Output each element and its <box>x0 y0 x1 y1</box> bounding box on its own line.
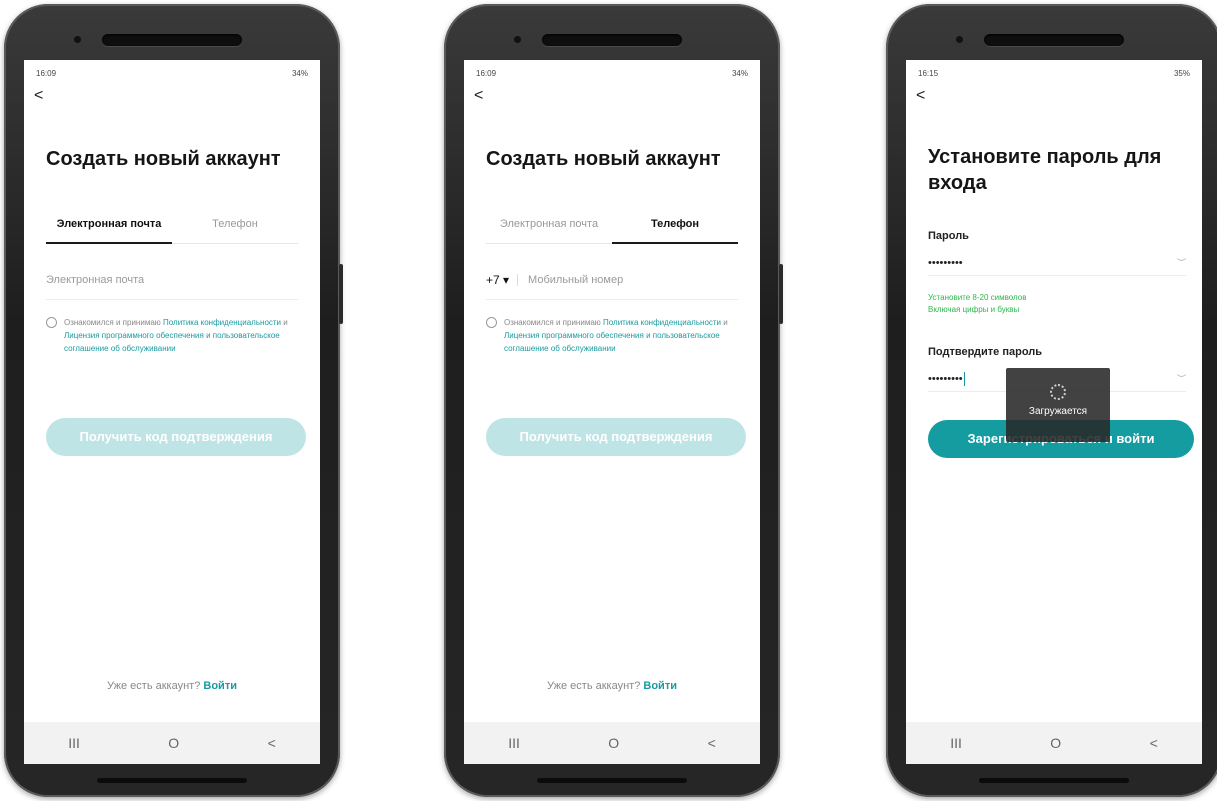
tab-email[interactable]: Электронная почта <box>46 210 172 244</box>
status-time: 16:09 <box>476 68 497 78</box>
consent-plain-1: Ознакомился и принимаю <box>64 318 163 327</box>
recents-icon[interactable]: III <box>508 735 520 751</box>
screen-set-password: 16:15 35% < Установите пароль для входа … <box>906 60 1202 764</box>
tab-bar: Электронная почта Телефон <box>486 210 738 244</box>
confirm-password-wrap: ••••••••• <box>928 371 965 386</box>
page-title: Создать новый аккаунт <box>486 148 721 170</box>
confirm-password-value: ••••••••• <box>928 372 963 385</box>
privacy-policy-link[interactable]: Политика конфиденциальности <box>603 318 721 327</box>
consent-plain-2: и <box>721 318 728 327</box>
consent-radio-icon[interactable] <box>486 317 497 328</box>
login-prompt-text: Уже есть аккаунт? <box>547 680 644 692</box>
password-value: ••••••••• <box>928 256 963 269</box>
side-button <box>339 264 343 324</box>
status-bar: 16:09 34% <box>36 66 308 80</box>
eye-icon[interactable]: ︶ <box>1177 256 1186 269</box>
phone-frame-1: 16:09 34% < Создать новый аккаунт Электр… <box>4 4 343 797</box>
country-code-select[interactable]: +7 ▾ <box>486 273 509 287</box>
hint-line-1: Установите 8-20 символов <box>928 293 1027 302</box>
back-nav-icon[interactable]: < <box>268 735 276 751</box>
recents-icon[interactable]: III <box>68 735 80 751</box>
camera-icon <box>74 36 81 43</box>
home-icon[interactable]: O <box>608 735 619 751</box>
tab-phone[interactable]: Телефон <box>172 210 298 243</box>
confirm-password-label: Подтвердите пароль <box>928 346 1043 358</box>
recents-icon[interactable]: III <box>950 735 962 751</box>
screen-create-account-phone: 16:09 34% < Создать новый аккаунт Электр… <box>464 60 760 764</box>
tab-bar: Электронная почта Телефон <box>46 210 298 244</box>
system-nav-bar: III O < <box>24 722 320 764</box>
speaker-grille <box>984 34 1124 46</box>
password-input[interactable]: ••••••••• ︶ <box>928 250 1186 276</box>
back-chevron-icon[interactable]: < <box>34 88 43 104</box>
camera-icon <box>956 36 963 43</box>
consent-block: Ознакомился и принимаю Политика конфиден… <box>46 316 292 355</box>
email-placeholder: Электронная почта <box>46 273 145 286</box>
page-title: Установите пароль для входа <box>928 146 1162 194</box>
consent-block: Ознакомился и принимаю Политика конфиден… <box>486 316 732 355</box>
status-battery: 34% <box>291 68 308 78</box>
screen-create-account-email: 16:09 34% < Создать новый аккаунт Электр… <box>24 60 320 764</box>
license-agreement-link[interactable]: Лицензия программного обеспечения и поль… <box>504 331 720 353</box>
camera-icon <box>514 36 521 43</box>
get-code-button[interactable]: Получить код подтверждения <box>486 418 746 456</box>
privacy-policy-link[interactable]: Политика конфиденциальности <box>163 318 281 327</box>
login-prompt: Уже есть аккаунт? Войти <box>464 680 760 692</box>
phone-frame-3: 16:15 35% < Установите пароль для входа … <box>886 4 1217 797</box>
status-battery: 35% <box>1173 68 1190 78</box>
consent-text: Ознакомился и принимаю Политика конфиден… <box>64 316 292 355</box>
login-prompt-text: Уже есть аккаунт? <box>107 680 204 692</box>
loading-overlay: Загружается <box>1006 368 1110 442</box>
home-icon[interactable]: O <box>1050 735 1061 751</box>
home-icon[interactable]: O <box>168 735 179 751</box>
back-nav-icon[interactable]: < <box>1150 735 1158 751</box>
eye-icon[interactable]: ︶ <box>1177 372 1186 385</box>
phone-input[interactable]: +7 ▾ Мобильный номер <box>486 260 738 300</box>
phone-placeholder: Мобильный номер <box>528 273 624 286</box>
bottom-bezel <box>979 778 1129 783</box>
status-battery: 34% <box>731 68 748 78</box>
loading-text: Загружается <box>1028 406 1088 417</box>
back-nav-icon[interactable]: < <box>708 735 716 751</box>
back-chevron-icon[interactable]: < <box>474 88 483 104</box>
tab-email[interactable]: Электронная почта <box>486 210 612 243</box>
text-cursor <box>963 371 965 386</box>
back-chevron-icon[interactable]: < <box>916 88 925 104</box>
consent-plain-2: и <box>281 318 288 327</box>
tab-phone[interactable]: Телефон <box>612 210 738 244</box>
status-bar: 16:15 35% <box>918 66 1190 80</box>
side-button <box>779 264 783 324</box>
password-label: Пароль <box>928 230 969 242</box>
divider <box>517 273 519 286</box>
spinner-icon <box>1050 384 1066 400</box>
email-input[interactable]: Электронная почта <box>46 260 298 300</box>
get-code-button[interactable]: Получить код подтверждения <box>46 418 306 456</box>
status-bar: 16:09 34% <box>476 66 748 80</box>
speaker-grille <box>542 34 682 46</box>
system-nav-bar: III O < <box>906 722 1202 764</box>
consent-plain-1: Ознакомился и принимаю <box>504 318 603 327</box>
consent-text: Ознакомился и принимаю Политика конфиден… <box>504 316 732 355</box>
bottom-bezel <box>537 778 687 783</box>
bottom-bezel <box>97 778 247 783</box>
login-link[interactable]: Войти <box>203 680 237 692</box>
license-agreement-link[interactable]: Лицензия программного обеспечения и поль… <box>64 331 280 353</box>
hint-line-2: Включая цифры и буквы <box>928 305 1020 314</box>
status-time: 16:09 <box>36 68 57 78</box>
login-prompt: Уже есть аккаунт? Войти <box>24 680 320 692</box>
login-link[interactable]: Войти <box>643 680 677 692</box>
phone-frame-2: 16:09 34% < Создать новый аккаунт Электр… <box>444 4 783 797</box>
consent-radio-icon[interactable] <box>46 317 57 328</box>
speaker-grille <box>102 34 242 46</box>
page-title: Создать новый аккаунт <box>46 148 281 170</box>
password-hint: Установите 8-20 символов Включая цифры и… <box>928 292 1027 316</box>
status-time: 16:15 <box>918 68 939 78</box>
system-nav-bar: III O < <box>464 722 760 764</box>
